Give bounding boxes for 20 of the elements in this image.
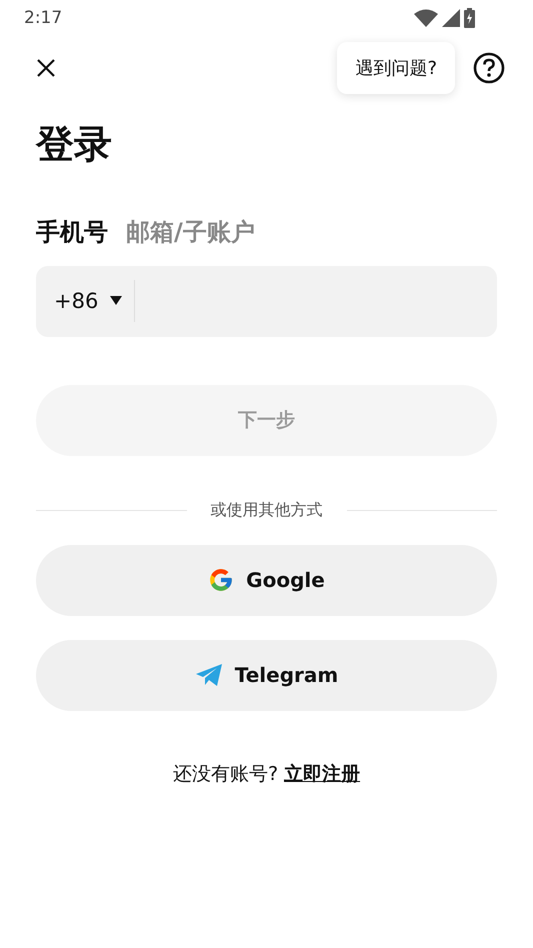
country-code[interactable]: +86 bbox=[54, 289, 98, 314]
page-title: 登录 bbox=[36, 122, 113, 168]
dropdown-caret-icon[interactable] bbox=[110, 296, 122, 306]
login-tab[interactable]: 邮箱/子账户 bbox=[126, 216, 255, 248]
google-icon bbox=[208, 567, 234, 594]
close-icon[interactable] bbox=[36, 58, 56, 78]
register-prompt: 还没有账号? bbox=[172, 762, 278, 787]
register-link[interactable]: 立即注册 bbox=[284, 760, 360, 787]
phone-field[interactable]: +86 bbox=[36, 266, 497, 337]
social-login-button[interactable]: Telegram bbox=[36, 640, 497, 711]
social-login-button[interactable]: Google bbox=[36, 544, 497, 616]
status-time: 2:17 bbox=[24, 8, 62, 28]
help-icon[interactable] bbox=[473, 52, 505, 84]
help-tooltip: 遇到问题? bbox=[337, 42, 455, 94]
paper-plane-icon bbox=[194, 663, 223, 688]
divider-text: 或使用其他方式 bbox=[210, 500, 322, 521]
login-tab[interactable]: 手机号 bbox=[36, 216, 108, 248]
wifi-icon bbox=[414, 9, 438, 27]
signal-icon bbox=[442, 9, 460, 27]
battery-icon bbox=[464, 8, 475, 28]
